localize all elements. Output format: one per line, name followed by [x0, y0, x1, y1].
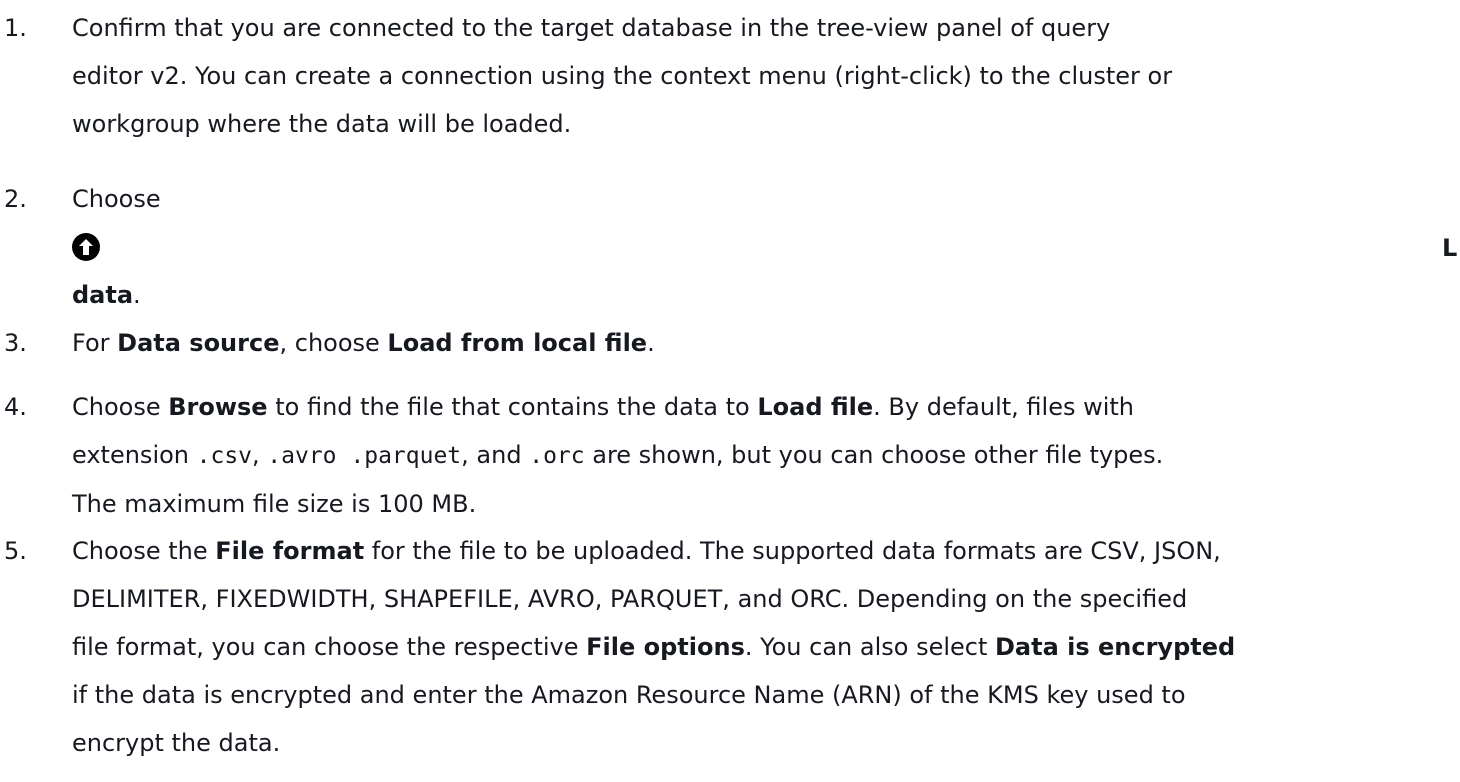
step-1: 1. Confirm that you are connected to the… [0, 0, 1460, 142]
text-fragment: . [647, 329, 655, 357]
text-fragment: file format, you can choose the respecti… [72, 633, 587, 661]
step-4: 4. Choose Browse to find the file that c… [0, 389, 1460, 522]
step-text-line: DELIMITER, FIXEDWIDTH, SHAPEFILE, AVRO, … [72, 585, 1188, 613]
step-text-line: Choose the File format for the file to b… [72, 533, 1452, 569]
text-fragment: for the file to be uploaded. The support… [364, 537, 1221, 565]
text-fragment: to find the file that contains the data … [267, 393, 758, 421]
step-text-line: Choose Browse to find the file that cont… [72, 389, 1452, 425]
step-2: 2. Choose data. [0, 181, 1460, 313]
step-text-line: if the data is encrypted and enter the A… [72, 681, 1186, 709]
code-avro-parquet: .avro .parquet [267, 443, 462, 469]
data-is-encrypted-term: Data is encrypted [995, 633, 1236, 661]
text-fragment: Choose the [72, 537, 216, 565]
truncated-side-label: L [1442, 234, 1458, 262]
step-text-line: For Data source, choose Load from local … [72, 325, 1452, 361]
text-fragment: . By default, files with [873, 393, 1135, 421]
text-fragment: , and [461, 441, 530, 469]
step-5: 5. Choose the File format for the file t… [0, 533, 1460, 761]
step-text-line: workgroup where the data will be loaded. [72, 110, 572, 138]
data-source-term: Data source [117, 329, 280, 357]
code-orc: .orc [529, 443, 585, 469]
step-text-line: file format, you can choose the respecti… [72, 629, 1452, 665]
upload-icon-line [72, 217, 1452, 277]
text-fragment: are shown, but you can choose other file… [584, 441, 1164, 469]
text-fragment: Choose [72, 393, 169, 421]
step-text-line: encrypt the data. [72, 729, 281, 757]
browse-term: Browse [168, 393, 268, 421]
text-fragment: , choose [279, 329, 388, 357]
load-file-term: Load file [757, 393, 874, 421]
step-3: 3. For Data source, choose Load from loc… [0, 325, 1460, 361]
data-label: data [72, 281, 134, 309]
step-text-line: editor v2. You can create a connection u… [72, 62, 1173, 90]
step-number: 1. [4, 14, 27, 42]
step-number: 2. [4, 185, 27, 213]
code-csv: .csv [196, 443, 253, 469]
text-fragment: . You can also select [744, 633, 995, 661]
text-fragment: , [252, 441, 268, 469]
load-from-local-file-term: Load from local file [387, 329, 648, 357]
step-text-line: The maximum file size is 100 MB. [72, 490, 477, 518]
text-fragment: extension [72, 441, 197, 469]
step-text-line: Choose [72, 185, 161, 213]
step-number: 4. [4, 393, 27, 421]
upload-arrow-icon[interactable] [72, 233, 100, 261]
step-number: 3. [4, 329, 27, 357]
step-number: 5. [4, 537, 27, 565]
text-fragment: For [72, 329, 118, 357]
step-text-line: data. [72, 277, 1452, 313]
period: . [133, 281, 141, 309]
step-text-line: Confirm that you are connected to the ta… [72, 14, 1111, 42]
step-text-line: extension .csv, .avro .parquet, and .orc… [72, 437, 1452, 474]
file-format-term: File format [215, 537, 365, 565]
file-options-term: File options [586, 633, 745, 661]
